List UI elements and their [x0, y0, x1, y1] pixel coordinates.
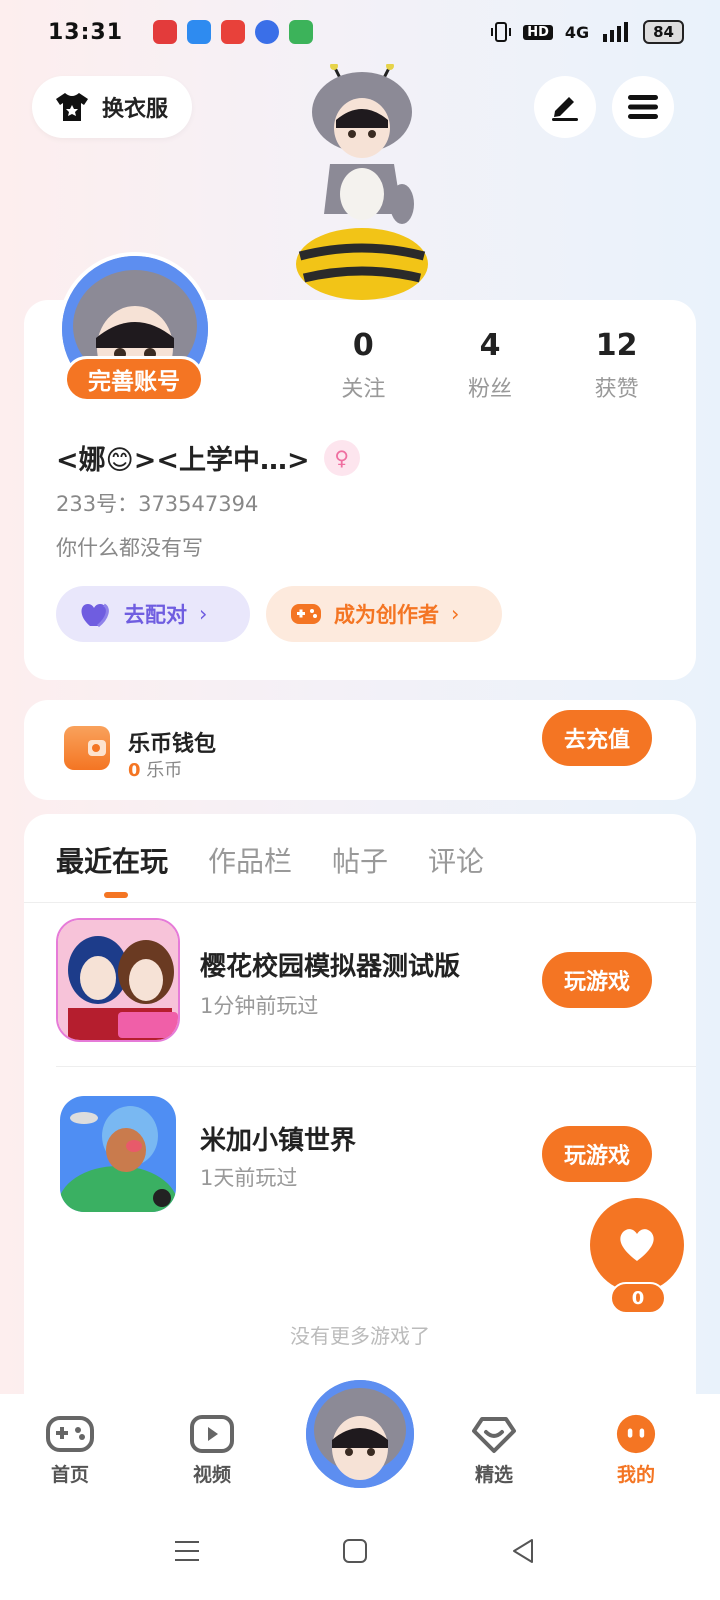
nav-featured[interactable]: 精选: [444, 1414, 544, 1487]
wallet-title: 乐币钱包: [128, 732, 217, 757]
battery-level: 84: [643, 20, 684, 44]
heart-icon: [620, 1229, 654, 1261]
recharge-button[interactable]: 去充值: [542, 710, 652, 766]
edit-profile-button[interactable]: [534, 76, 596, 138]
me-face-icon: [616, 1414, 656, 1454]
chevron-right-icon: ›: [199, 602, 208, 626]
stat-following[interactable]: 0 关注: [300, 328, 427, 403]
wallet-icon: [64, 726, 110, 770]
nav-me[interactable]: 我的: [586, 1414, 686, 1487]
stat-label: 关注: [341, 377, 386, 402]
heart-box-icon: [472, 1417, 516, 1453]
game-last-played: 1分钟前玩过: [200, 994, 319, 1018]
play-game-button[interactable]: 玩游戏: [542, 1126, 652, 1182]
game-title: 米加小镇世界: [200, 1126, 357, 1156]
status-indicators: HD 4G 84: [491, 20, 684, 44]
home-icon[interactable]: [342, 1538, 368, 1564]
shirt-icon: [56, 93, 88, 121]
nav-label: 我的: [616, 1464, 655, 1486]
gamepad-icon: [291, 604, 321, 624]
balance-value: 0: [128, 760, 141, 781]
no-more-games-text: 没有更多游戏了: [290, 1324, 430, 1348]
avatar-3d-figure[interactable]: [290, 64, 440, 300]
recent-games-card: 最近在玩 作品栏 帖子 评论 樱花校园模拟器测试版 1分钟前玩过 玩游戏 米加小…: [24, 814, 696, 1400]
vibrate-icon: [491, 22, 512, 42]
miga-town-game-icon: [60, 1096, 176, 1212]
hd-icon: HD: [523, 24, 553, 40]
edit-icon: [552, 97, 578, 121]
stats-row: 0 关注 4 粉丝 12 获赞: [300, 328, 680, 403]
female-gender-icon: ♀: [323, 439, 360, 476]
notification-app-icon: [255, 20, 280, 44]
gamepad-icon: [46, 1416, 94, 1452]
dress-up-label: 换衣服: [102, 97, 169, 122]
dress-up-button[interactable]: 换衣服: [32, 76, 192, 138]
tab-posts[interactable]: 帖子: [332, 840, 388, 880]
nav-label: 首页: [50, 1464, 89, 1486]
tab-works[interactable]: 作品栏: [208, 840, 292, 880]
match-button[interactable]: 去配对 ›: [56, 586, 250, 642]
chevron-right-icon: ›: [451, 602, 460, 626]
menu-button[interactable]: [612, 76, 674, 138]
back-icon[interactable]: [510, 1538, 536, 1564]
status-bar: 13:31 HD 4G 84: [0, 0, 720, 64]
username-row: <娜😊><上学中…> ♀: [56, 438, 360, 477]
status-time: 13:31: [48, 19, 124, 45]
system-nav-bar: [0, 1514, 720, 1600]
nav-avatar-button[interactable]: [302, 1376, 418, 1492]
floating-like-button[interactable]: [590, 1198, 684, 1292]
tab-comments[interactable]: 评论: [428, 840, 484, 880]
signal-icon: [603, 22, 629, 42]
balance-unit: 乐币: [146, 760, 183, 781]
user-id: 233号：373547394: [56, 492, 259, 516]
stat-value: 0: [352, 328, 374, 363]
active-tab-indicator: [104, 892, 128, 898]
notification-app-icon: [187, 20, 212, 44]
username: <娜😊><上学中…>: [56, 445, 310, 476]
row-divider: [56, 1066, 696, 1067]
network-label: 4G: [564, 22, 590, 42]
become-creator-button[interactable]: 成为创作者 ›: [266, 586, 502, 642]
stat-value: 4: [479, 328, 501, 363]
stat-value: 12: [595, 328, 638, 363]
wallet-balance: 0 乐币: [128, 756, 182, 782]
bio-text[interactable]: 你什么都没有写: [56, 532, 203, 562]
double-heart-icon: [81, 603, 109, 628]
avatar-image: [306, 1380, 414, 1488]
notification-app-icon: [289, 20, 314, 44]
stat-followers[interactable]: 4 粉丝: [427, 328, 554, 403]
match-label: 去配对: [124, 603, 187, 627]
notification-app-icon: [153, 20, 178, 44]
sakura-school-game-icon: [56, 918, 180, 1042]
notification-app-icon: [221, 20, 246, 44]
nav-label: 视频: [192, 1464, 231, 1486]
like-count: 0: [610, 1282, 666, 1314]
play-game-button[interactable]: 玩游戏: [542, 952, 652, 1008]
wallet-card[interactable]: 乐币钱包 0 乐币 去充值: [24, 700, 696, 800]
recent-apps-icon[interactable]: [174, 1538, 200, 1564]
stat-label: 粉丝: [468, 377, 513, 402]
stat-label: 获赞: [594, 377, 639, 402]
complete-account-button[interactable]: 完善账号: [64, 356, 204, 402]
profile-tabs: 最近在玩 作品栏 帖子 评论: [56, 840, 484, 880]
creator-label: 成为创作者: [334, 603, 439, 627]
nav-label: 精选: [474, 1464, 513, 1486]
stat-likes[interactable]: 12 获赞: [553, 328, 680, 403]
game-last-played: 1天前玩过: [200, 1166, 298, 1190]
tab-recently-played[interactable]: 最近在玩: [56, 840, 168, 880]
game-title: 樱花校园模拟器测试版: [200, 952, 461, 982]
status-app-icons: [153, 20, 314, 44]
menu-icon: [628, 95, 658, 119]
video-play-icon: [190, 1415, 234, 1453]
tabs-divider: [24, 902, 696, 903]
nav-video[interactable]: 视频: [162, 1414, 262, 1487]
nav-home[interactable]: 首页: [20, 1414, 120, 1487]
game-row[interactable]: 樱花校园模拟器测试版 1分钟前玩过 玩游戏: [24, 918, 696, 1068]
